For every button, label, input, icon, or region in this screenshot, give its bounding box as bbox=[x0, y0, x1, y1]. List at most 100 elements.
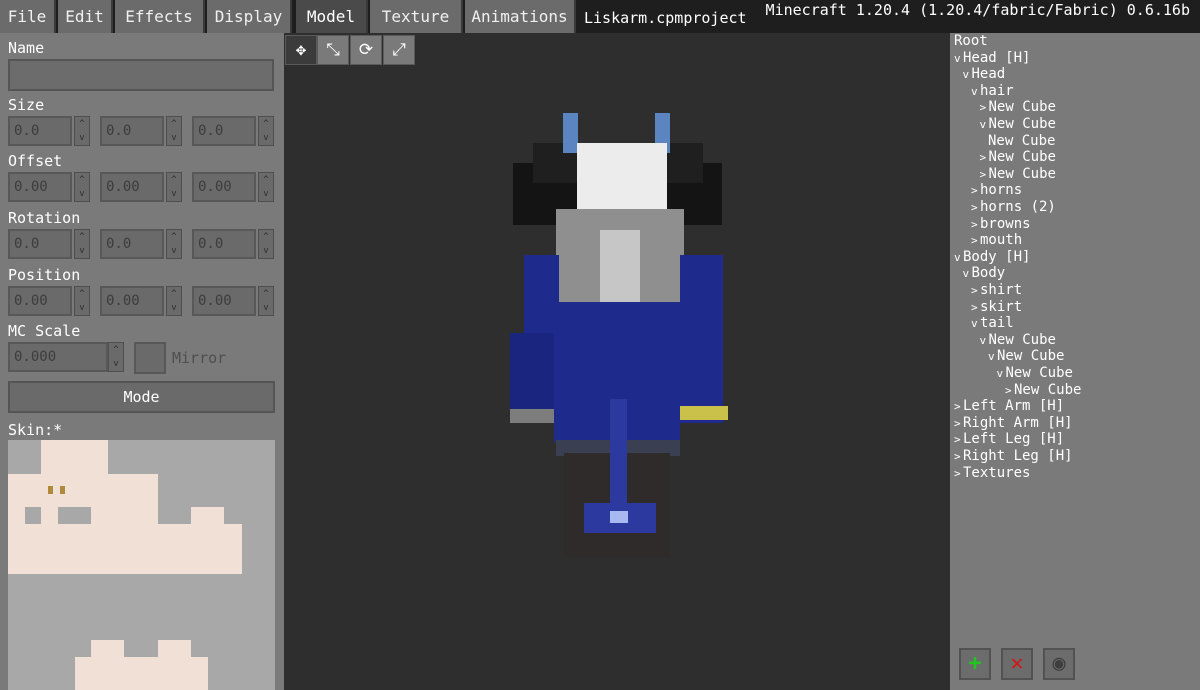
position-x-stepper[interactable]: ^ v bbox=[74, 286, 90, 316]
model-viewport[interactable]: ✥ ⤡ ⟳ ⤢ bbox=[284, 33, 950, 690]
expanded-arrow-icon[interactable]: v bbox=[954, 52, 963, 65]
tree-item[interactable]: > shirt bbox=[971, 282, 1022, 299]
collapsed-arrow-icon[interactable]: > bbox=[971, 301, 980, 314]
size-y-field[interactable]: 0.0 bbox=[100, 116, 164, 146]
menu-file[interactable]: File bbox=[0, 0, 56, 33]
tree-item[interactable]: > horns (2) bbox=[971, 199, 1056, 216]
expanded-arrow-icon[interactable]: v bbox=[980, 334, 989, 347]
rotate-tool-button[interactable]: ⟳ bbox=[350, 35, 382, 65]
tree-item[interactable]: v New Cube bbox=[980, 332, 1056, 349]
tree-item[interactable]: Root bbox=[954, 33, 988, 50]
mode-button[interactable]: Mode bbox=[8, 381, 275, 413]
position-y-field[interactable]: 0.00 bbox=[100, 286, 164, 316]
offset-z-field[interactable]: 0.00 bbox=[192, 172, 256, 202]
mirror-checkbox[interactable] bbox=[134, 342, 166, 374]
collapsed-arrow-icon[interactable]: > bbox=[971, 184, 980, 197]
tree-item[interactable]: v New Cube bbox=[988, 348, 1064, 365]
tree-item[interactable]: > Textures bbox=[954, 465, 1030, 482]
skin-preview[interactable] bbox=[8, 440, 275, 690]
offset-y-field[interactable]: 0.00 bbox=[100, 172, 164, 202]
tree-item[interactable]: > Left Arm [H] bbox=[954, 398, 1064, 415]
size-x-stepper[interactable]: ^ v bbox=[74, 116, 90, 146]
collapsed-arrow-icon[interactable]: > bbox=[971, 201, 980, 214]
tree-item[interactable]: New Cube bbox=[988, 133, 1055, 150]
rotation-x-stepper[interactable]: ^ v bbox=[74, 229, 90, 259]
delete-element-button[interactable]: ✕ bbox=[1001, 648, 1033, 680]
rotation-z-field[interactable]: 0.0 bbox=[192, 229, 256, 259]
visibility-toggle-button[interactable]: ◉ bbox=[1043, 648, 1075, 680]
tree-item[interactable]: v Head bbox=[963, 66, 1006, 83]
tree-item[interactable]: > horns bbox=[971, 182, 1022, 199]
tree-item[interactable]: > Left Leg [H] bbox=[954, 431, 1064, 448]
resize-tool-button[interactable]: ⤡ bbox=[317, 35, 349, 65]
expanded-arrow-icon[interactable]: v bbox=[963, 68, 972, 81]
tree-item[interactable]: v hair bbox=[971, 83, 1014, 100]
menu-edit[interactable]: Edit bbox=[58, 0, 113, 33]
position-y-stepper[interactable]: ^ v bbox=[166, 286, 182, 316]
mc-scale-stepper[interactable]: ^ v bbox=[108, 342, 124, 372]
expanded-arrow-icon[interactable]: v bbox=[954, 251, 963, 264]
resize-icon: ⤡ bbox=[326, 40, 340, 60]
rotation-y-stepper[interactable]: ^ v bbox=[166, 229, 182, 259]
collapsed-arrow-icon[interactable]: > bbox=[980, 168, 989, 181]
expanded-arrow-icon[interactable]: v bbox=[971, 85, 980, 98]
collapsed-arrow-icon[interactable]: > bbox=[954, 400, 963, 413]
offset-z-stepper[interactable]: ^ v bbox=[258, 172, 274, 202]
collapsed-arrow-icon[interactable]: > bbox=[954, 417, 963, 430]
size-z-stepper[interactable]: ^ v bbox=[258, 116, 274, 146]
tree-item[interactable]: > New Cube bbox=[980, 166, 1056, 183]
rotation-y-field[interactable]: 0.0 bbox=[100, 229, 164, 259]
expanded-arrow-icon[interactable]: v bbox=[963, 267, 972, 280]
add-element-button[interactable]: + bbox=[959, 648, 991, 680]
collapsed-arrow-icon[interactable]: > bbox=[1005, 384, 1014, 397]
offset-x-field[interactable]: 0.00 bbox=[8, 172, 72, 202]
size-x-field[interactable]: 0.0 bbox=[8, 116, 72, 146]
tree-item[interactable]: > Right Arm [H] bbox=[954, 415, 1073, 432]
tree-item[interactable]: v Body bbox=[963, 265, 1006, 282]
collapsed-arrow-icon[interactable]: > bbox=[980, 151, 989, 164]
tree-item[interactable]: v Head [H] bbox=[954, 50, 1030, 67]
name-input[interactable] bbox=[8, 59, 274, 91]
tree-item[interactable]: > mouth bbox=[971, 232, 1022, 249]
expanded-arrow-icon[interactable]: v bbox=[997, 367, 1006, 380]
position-x-field[interactable]: 0.00 bbox=[8, 286, 72, 316]
tab-texture[interactable]: Texture bbox=[370, 0, 463, 33]
expanded-arrow-icon[interactable]: v bbox=[971, 317, 980, 330]
position-z-field[interactable]: 0.00 bbox=[192, 286, 256, 316]
collapsed-arrow-icon[interactable]: > bbox=[954, 433, 963, 446]
expanded-arrow-icon[interactable]: v bbox=[988, 350, 997, 363]
offset-y-stepper[interactable]: ^ v bbox=[166, 172, 182, 202]
tree-item[interactable]: > New Cube bbox=[980, 99, 1056, 116]
tree-item[interactable]: v New Cube bbox=[997, 365, 1073, 382]
menu-effects[interactable]: Effects bbox=[115, 0, 205, 33]
collapsed-arrow-icon[interactable]: > bbox=[971, 284, 980, 297]
tree-item[interactable]: v New Cube bbox=[980, 116, 1056, 133]
tab-animations[interactable]: Animations bbox=[465, 0, 576, 33]
tree-item[interactable]: v tail bbox=[971, 315, 1014, 332]
tree-item[interactable]: v Body [H] bbox=[954, 249, 1030, 266]
offset-x-stepper[interactable]: ^ v bbox=[74, 172, 90, 202]
size-y-stepper[interactable]: ^ v bbox=[166, 116, 182, 146]
expanded-arrow-icon[interactable]: v bbox=[980, 118, 989, 131]
scale-tool-button[interactable]: ⤢ bbox=[383, 35, 415, 65]
size-z-field[interactable]: 0.0 bbox=[192, 116, 256, 146]
mc-scale-field[interactable]: 0.000 bbox=[8, 342, 108, 372]
collapsed-arrow-icon[interactable]: > bbox=[980, 101, 989, 114]
menu-display[interactable]: Display bbox=[207, 0, 292, 33]
position-z-stepper[interactable]: ^ v bbox=[258, 286, 274, 316]
collapsed-arrow-icon[interactable]: > bbox=[971, 218, 980, 231]
collapsed-arrow-icon[interactable]: > bbox=[971, 234, 980, 247]
tree-item[interactable]: > New Cube bbox=[980, 149, 1056, 166]
move-tool-button[interactable]: ✥ bbox=[285, 35, 317, 65]
tree-item[interactable]: > browns bbox=[971, 216, 1031, 233]
tree-item[interactable]: > skirt bbox=[971, 299, 1022, 316]
collapsed-arrow-icon[interactable]: > bbox=[954, 450, 963, 463]
tree-item-label: New Cube bbox=[988, 165, 1056, 182]
collapsed-arrow-icon[interactable]: > bbox=[954, 467, 963, 480]
tab-model[interactable]: Model bbox=[296, 0, 368, 33]
tree-item-label: Right Arm [H] bbox=[963, 414, 1073, 431]
rotation-x-field[interactable]: 0.0 bbox=[8, 229, 72, 259]
tree-item[interactable]: > Right Leg [H] bbox=[954, 448, 1073, 465]
tree-item[interactable]: > New Cube bbox=[1005, 382, 1081, 399]
rotation-z-stepper[interactable]: ^ v bbox=[258, 229, 274, 259]
